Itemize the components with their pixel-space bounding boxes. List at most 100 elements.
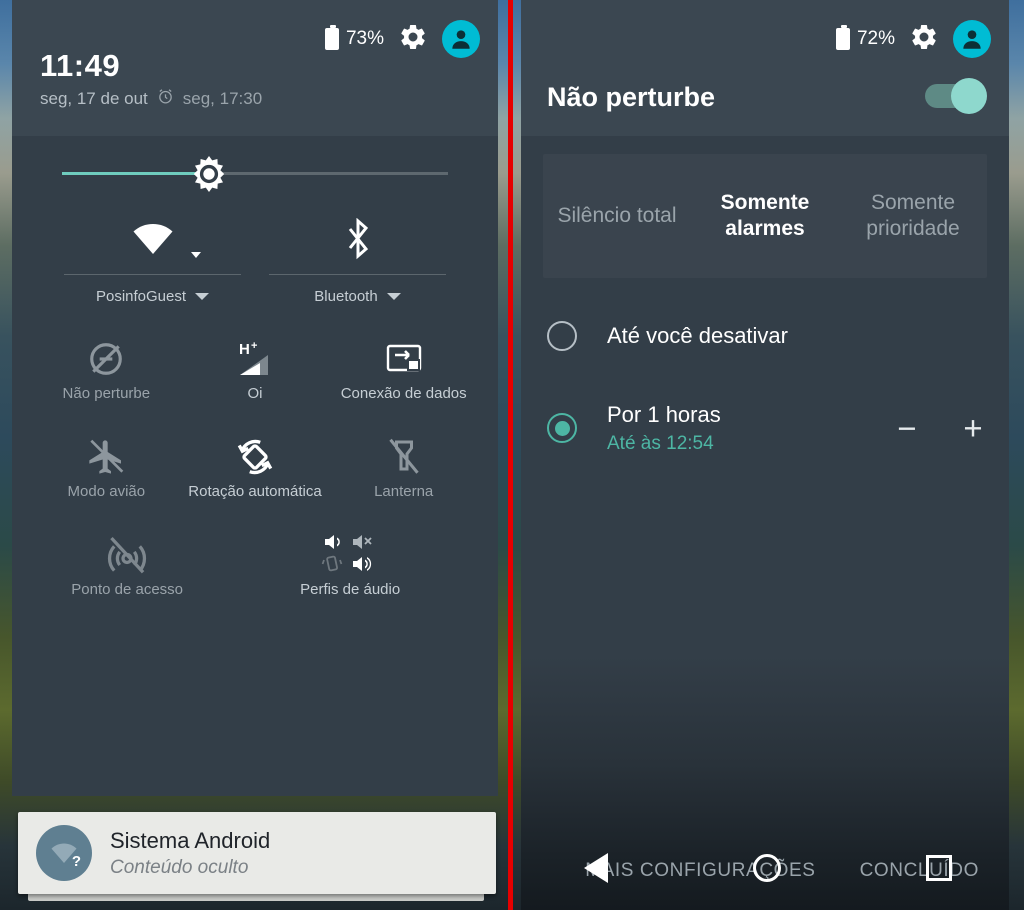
wifi-question-icon: ? (36, 825, 92, 881)
chevron-down-icon[interactable] (386, 293, 401, 300)
top-tiles-row: PosinfoGuest Bluetooth (12, 210, 498, 326)
audio-profiles-icon (321, 528, 379, 582)
option-until-time: Até às 12:54 (607, 432, 714, 454)
tile-wifi[interactable]: PosinfoGuest (50, 210, 255, 326)
alarm-clock-icon (157, 88, 174, 110)
brightness-slider[interactable] (12, 136, 498, 210)
chevron-down-icon[interactable] (195, 293, 210, 300)
wifi-icon (50, 210, 255, 268)
option-text: Até você desativar (607, 323, 788, 349)
brightness-track (62, 172, 448, 175)
tile-grid: Não perturbe H + Oi Conexão de dados Mod… (12, 326, 498, 626)
navigation-bar (512, 826, 1024, 910)
nav-home-icon[interactable] (752, 854, 781, 882)
notification-badge: ? (71, 853, 81, 870)
battery-status: 73% (324, 25, 384, 50)
svg-text:H: H (239, 341, 250, 358)
tile-label: Ponto de acesso (71, 581, 184, 598)
decrease-button[interactable]: − (893, 412, 921, 445)
quick-settings-header: 73% 11:49 seg, 17 de out seg, 17:30 (12, 0, 498, 136)
clock: 11:49 (40, 48, 121, 83)
battery-percent: 72% (856, 28, 895, 49)
tile-bluetooth[interactable]: Bluetooth (255, 210, 460, 326)
status-row: 72% (835, 20, 991, 58)
wifi-mini-caret-icon (191, 252, 201, 258)
option-for-duration[interactable]: Por 1 horas Até às 12:54 − + (521, 386, 1009, 470)
signal-hplus-icon: H + (232, 332, 278, 386)
tile-label: Rotação automática (188, 483, 322, 500)
tile-row-3: Ponto de acesso Perfis de áudio (32, 528, 478, 626)
battery-percent: 73% (345, 28, 384, 49)
tile-label: Oi (247, 385, 263, 402)
option-until-you-turn-off[interactable]: Até você desativar (521, 304, 1009, 368)
tile-audio-profiles[interactable]: Perfis de áudio (222, 528, 478, 626)
tile-wifi-label: PosinfoGuest (50, 288, 255, 305)
increase-button[interactable]: + (959, 412, 987, 445)
option-label: Até você desativar (607, 323, 788, 348)
notification-title: Sistema Android (110, 827, 271, 853)
tile-divider (64, 274, 241, 275)
option-label: Por 1 horas (607, 401, 721, 427)
tile-label: Modo avião (67, 483, 146, 500)
quick-settings-panel: 73% 11:49 seg, 17 de out seg, 17:30 Posi… (12, 0, 498, 796)
tile-mobile-signal[interactable]: H + Oi (181, 332, 330, 430)
battery-icon (324, 25, 339, 50)
tile-divider (269, 274, 446, 275)
wifi-ssid: PosinfoGuest (95, 288, 187, 305)
tile-label: Conexão de dados (340, 385, 467, 402)
tile-label: Não perturbe (62, 385, 151, 402)
bluetooth-icon (255, 210, 460, 268)
nav-back-icon[interactable] (584, 853, 609, 883)
do-not-disturb-off-icon (87, 332, 125, 386)
nav-recents-icon[interactable] (925, 855, 952, 881)
status-row: 73% (324, 20, 480, 58)
gear-icon[interactable] (398, 22, 428, 57)
user-avatar-icon[interactable] (953, 20, 991, 58)
notification-subtitle: Conteúdo oculto (110, 856, 249, 878)
page-title: Não perturbe (547, 82, 716, 112)
screenshot-root: 73% 11:49 seg, 17 de out seg, 17:30 Posi… (0, 0, 1024, 910)
bluetooth-label-text: Bluetooth (314, 288, 378, 305)
battery-icon (835, 25, 850, 50)
svg-text:+: + (251, 340, 257, 352)
date-alarm-row: seg, 17 de out seg, 17:30 (40, 88, 262, 110)
panel-divider (508, 0, 513, 910)
dnd-header: 72% Não perturbe (521, 0, 1009, 136)
tile-row-1: Não perturbe H + Oi Conexão de dados (32, 332, 478, 430)
notification-card[interactable]: ? Sistema Android Conteúdo oculto (18, 812, 496, 894)
auto-rotate-icon (234, 430, 276, 484)
tile-row-2: Modo avião Rotação automática Lanterna (32, 430, 478, 528)
notification-text: Sistema Android Conteúdo oculto (110, 828, 270, 879)
do-not-disturb-panel: 72% Não perturbe Silêncio total Somente … (521, 0, 1009, 910)
tile-label: Perfis de áudio (300, 581, 401, 598)
hotspot-off-icon (106, 528, 148, 582)
tab-somente-alarmes[interactable]: Somente alarmes (691, 154, 839, 278)
battery-status: 72% (835, 25, 895, 50)
tab-somente-prioridade[interactable]: Somente prioridade (839, 154, 987, 278)
tile-hotspot[interactable]: Ponto de acesso (32, 528, 222, 626)
radio-button-selected[interactable] (547, 413, 577, 443)
dnd-mode-tabs: Silêncio total Somente alarmes Somente p… (543, 154, 987, 278)
brightness-sun-icon[interactable] (191, 156, 227, 192)
tile-bluetooth-label: Bluetooth (255, 288, 460, 305)
brightness-fill (62, 172, 209, 175)
flashlight-off-icon (386, 430, 422, 484)
dnd-toggle[interactable] (925, 78, 987, 114)
alarm-time: seg, 17:30 (182, 89, 263, 108)
tile-flashlight[interactable]: Lanterna (329, 430, 478, 528)
duration-stepper: − + (893, 412, 987, 445)
tile-auto-rotate[interactable]: Rotação automática (181, 430, 330, 528)
option-text: Por 1 horas Até às 12:54 (607, 402, 721, 455)
tile-data-connection[interactable]: Conexão de dados (329, 332, 478, 430)
data-connection-icon (384, 332, 424, 386)
tile-airplane-mode[interactable]: Modo avião (32, 430, 181, 528)
tile-do-not-disturb[interactable]: Não perturbe (32, 332, 181, 430)
user-avatar-icon[interactable] (442, 20, 480, 58)
radio-button[interactable] (547, 321, 577, 351)
tile-label: Lanterna (374, 483, 434, 500)
airplane-mode-icon (86, 430, 126, 484)
date-label: seg, 17 de out (40, 89, 148, 108)
tab-silencio-total[interactable]: Silêncio total (543, 154, 691, 278)
toggle-knob (951, 78, 987, 114)
gear-icon[interactable] (909, 22, 939, 57)
